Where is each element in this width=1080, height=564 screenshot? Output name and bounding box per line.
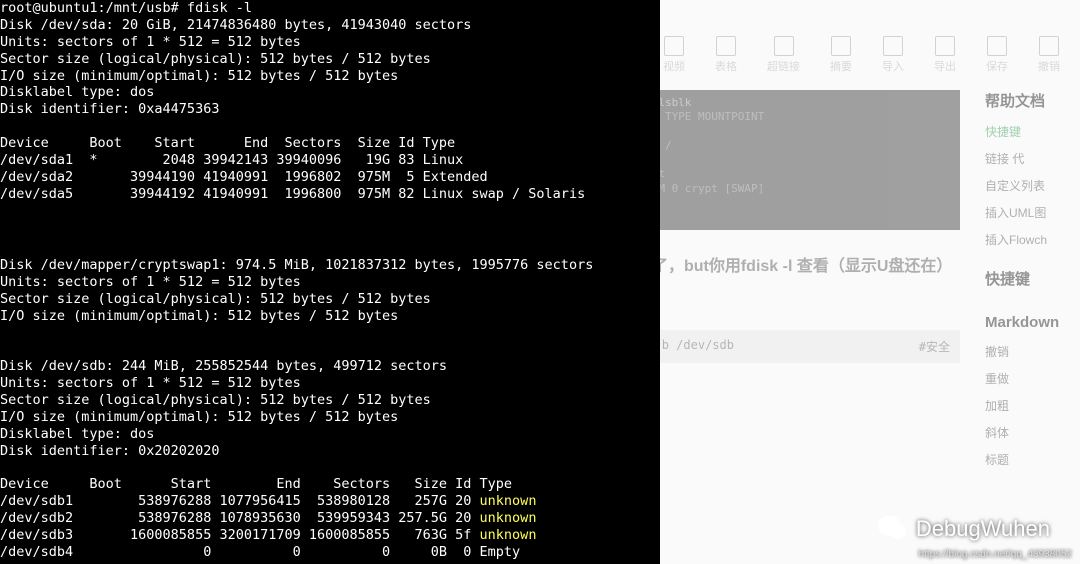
shortcuts-title: 快捷键	[985, 268, 1080, 289]
sdb-io: I/O size (minimum/optimal): 512 bytes / …	[0, 409, 398, 425]
tool-import[interactable]: 导入	[882, 36, 904, 74]
units-line: Units: sectors of 1 * 512 = 512 bytes	[0, 274, 301, 290]
code-comment: #安全	[919, 338, 950, 355]
tool-undo[interactable]: 撤销	[1038, 36, 1060, 74]
tool-summary[interactable]: 摘要	[830, 36, 852, 74]
cryptswap-line: Disk /dev/mapper/cryptswap1: 974.5 MiB, …	[0, 257, 593, 273]
tool-link[interactable]: 超链接	[767, 36, 800, 74]
watermark-text: DebugWuhen	[916, 516, 1050, 542]
sdb-header: Disk /dev/sdb: 244 MiB, 255852544 bytes,…	[0, 358, 447, 374]
sector-size-line: Sector size (logical/physical): 512 byte…	[0, 291, 431, 307]
md-item[interactable]: 加粗	[985, 397, 1080, 414]
partition-row: /dev/sda2 39944190 41940991 1996802 975M…	[0, 169, 488, 185]
fdisk-terminal-bottom: Disk /dev/mapper/cryptswap1: 974.5 MiB, …	[0, 240, 660, 564]
sdb-row: /dev/sdb4 0 0 0 0B 0 Empty	[0, 544, 520, 560]
units-line: Units: sectors of 1 * 512 = 512 bytes	[0, 34, 301, 50]
disk-id-line: Disk identifier: 0xa4475363	[0, 101, 219, 117]
disklabel-line: Disklabel type: dos	[0, 84, 154, 100]
help-link-shortcuts[interactable]: 快捷键	[985, 123, 1080, 140]
sdb-table-header: Device Boot Start End Sectors Size Id Ty…	[0, 476, 512, 492]
help-sidebar: 帮助文档 快捷键 链接 代 自定义列表 插入UML图 插入Flowch 快捷键 …	[985, 90, 1080, 478]
md-item[interactable]: 斜体	[985, 424, 1080, 441]
tool-export[interactable]: 导出	[934, 36, 956, 74]
sidebar-item[interactable]: 链接 代	[985, 150, 1080, 167]
sidebar-item[interactable]: 插入Flowch	[985, 231, 1080, 248]
tool-video[interactable]: 视频	[663, 36, 685, 74]
tool-table[interactable]: 表格	[715, 36, 737, 74]
sdb-sector: Sector size (logical/physical): 512 byte…	[0, 392, 431, 408]
help-title: 帮助文档	[985, 90, 1080, 111]
partition-row: /dev/sda1 * 2048 39942143 39940096 19G 8…	[0, 152, 463, 168]
sector-size-line: Sector size (logical/physical): 512 byte…	[0, 51, 431, 67]
sdb-units: Units: sectors of 1 * 512 = 512 bytes	[0, 375, 301, 391]
partition-table-header: Device Boot Start End Sectors Size Id Ty…	[0, 135, 455, 151]
md-item[interactable]: 重做	[985, 370, 1080, 387]
sdb-row: /dev/sdb2 538976288 1078935630 539959343…	[0, 510, 536, 526]
md-item[interactable]: 撤销	[985, 343, 1080, 360]
wechat-icon	[876, 512, 910, 546]
sidebar-item[interactable]: 插入UML图	[985, 204, 1080, 221]
partition-row: /dev/sda5 39944192 41940991 1996800 975M…	[0, 186, 585, 202]
sidebar-item[interactable]: 自定义列表	[985, 177, 1080, 194]
disk-header: Disk /dev/sda: 20 GiB, 21474836480 bytes…	[0, 17, 471, 33]
fdisk-terminal-top: root@ubuntu1:/mnt/usb# fdisk -l Disk /de…	[0, 0, 660, 240]
sdb-row: /dev/sdb1 538976288 1077956415 538980128…	[0, 493, 536, 509]
sdb-row: /dev/sdb3 1600085855 3200171709 16000858…	[0, 527, 536, 543]
footer-url: https://blog.csdn.net/qq_43938052	[919, 549, 1072, 560]
terminal-prompt-line: root@ubuntu1:/mnt/usb# fdisk -l	[0, 0, 252, 16]
sdb-label: Disklabel type: dos	[0, 426, 154, 442]
sdb-id: Disk identifier: 0x20202020	[0, 443, 219, 459]
io-size-line: I/O size (minimum/optimal): 512 bytes / …	[0, 308, 398, 324]
watermark: DebugWuhen	[876, 512, 1050, 546]
tool-save[interactable]: 保存	[986, 36, 1008, 74]
io-size-line: I/O size (minimum/optimal): 512 bytes / …	[0, 68, 398, 84]
md-item[interactable]: 标题	[985, 451, 1080, 468]
markdown-title: Markdown	[985, 314, 1080, 331]
